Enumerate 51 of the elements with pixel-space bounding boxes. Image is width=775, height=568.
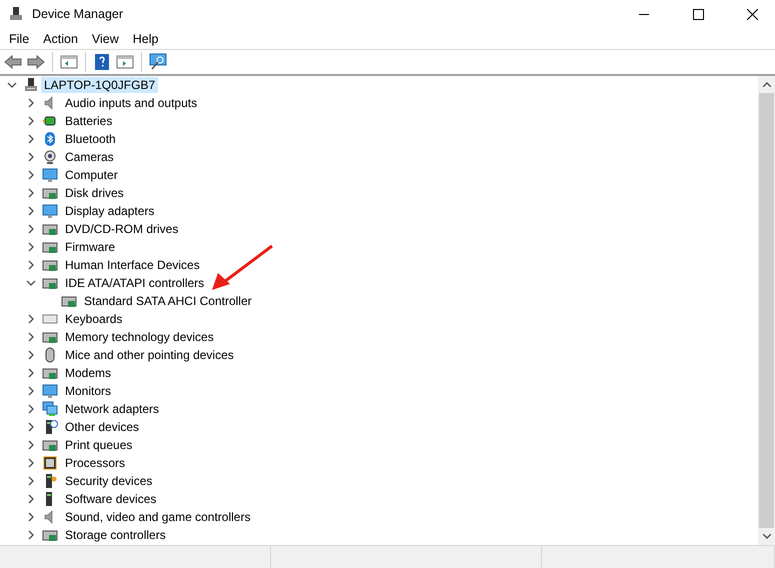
- tree-item[interactable]: Mice and other pointing devices: [62, 347, 237, 363]
- monitor-magnifier-icon: [149, 53, 167, 71]
- tree-item[interactable]: Processors: [62, 455, 128, 471]
- caret-up-icon: [762, 82, 770, 87]
- menu-item[interactable]: Help: [126, 30, 166, 48]
- tree-item[interactable]: Batteries: [62, 113, 116, 129]
- arrow-annotation: [210, 244, 274, 292]
- tree-item[interactable]: Sound, video and game controllers: [62, 509, 254, 525]
- tree-item[interactable]: Display adapters: [62, 203, 158, 219]
- help-icon: [94, 53, 110, 71]
- forward-arrow-icon: [27, 55, 45, 69]
- window-icon: [116, 54, 134, 70]
- tree-item[interactable]: Software devices: [62, 491, 160, 507]
- tree-item[interactable]: Standard SATA AHCI Controller: [81, 293, 255, 309]
- window-title: Device Manager: [32, 7, 124, 21]
- scrollbar-thumb[interactable]: [759, 93, 774, 528]
- bluetooth-icon: [42, 131, 58, 147]
- network-icon: [42, 401, 58, 417]
- tree-item[interactable]: Firmware: [62, 239, 118, 255]
- back-arrow-icon: [4, 55, 22, 69]
- tree-item[interactable]: Security devices: [62, 473, 156, 489]
- menu-item[interactable]: File: [2, 30, 36, 48]
- close-icon: [746, 8, 758, 20]
- tree-item[interactable]: Human Interface Devices: [62, 257, 203, 273]
- tree-item[interactable]: Storage controllers: [62, 527, 169, 543]
- tree-item[interactable]: Cameras: [62, 149, 117, 165]
- caret-down-icon: [762, 534, 770, 539]
- tree-item[interactable]: Other devices: [62, 419, 142, 435]
- computer-icon: [23, 77, 39, 93]
- tree-item[interactable]: Print queues: [62, 437, 136, 453]
- app-icon: [8, 6, 24, 22]
- tree-item[interactable]: Network adapters: [62, 401, 162, 417]
- webcam-icon: [42, 149, 58, 165]
- processor-icon: [42, 455, 58, 471]
- tree-item[interactable]: IDE ATA/ATAPI controllers: [62, 275, 208, 291]
- monitor-icon: [42, 383, 58, 399]
- tree-item[interactable]: LAPTOP-1Q0JFGB7: [41, 77, 158, 93]
- menu-item[interactable]: Action: [36, 30, 85, 48]
- window-icon: [60, 54, 78, 70]
- tree-item[interactable]: Audio inputs and outputs: [62, 95, 200, 111]
- menu-item[interactable]: View: [84, 30, 126, 48]
- tree-item[interactable]: Bluetooth: [62, 131, 119, 147]
- tree-item[interactable]: Modems: [62, 365, 114, 381]
- maximize-icon: [692, 8, 704, 20]
- tree-item[interactable]: Monitors: [62, 383, 114, 399]
- tree-item[interactable]: Computer: [62, 167, 121, 183]
- tree-item[interactable]: Keyboards: [62, 311, 126, 327]
- monitor-icon: [42, 167, 58, 183]
- tree-item[interactable]: DVD/CD-ROM drives: [62, 221, 182, 237]
- tree-item[interactable]: Disk drives: [62, 185, 127, 201]
- tree-item[interactable]: Memory technology devices: [62, 329, 217, 345]
